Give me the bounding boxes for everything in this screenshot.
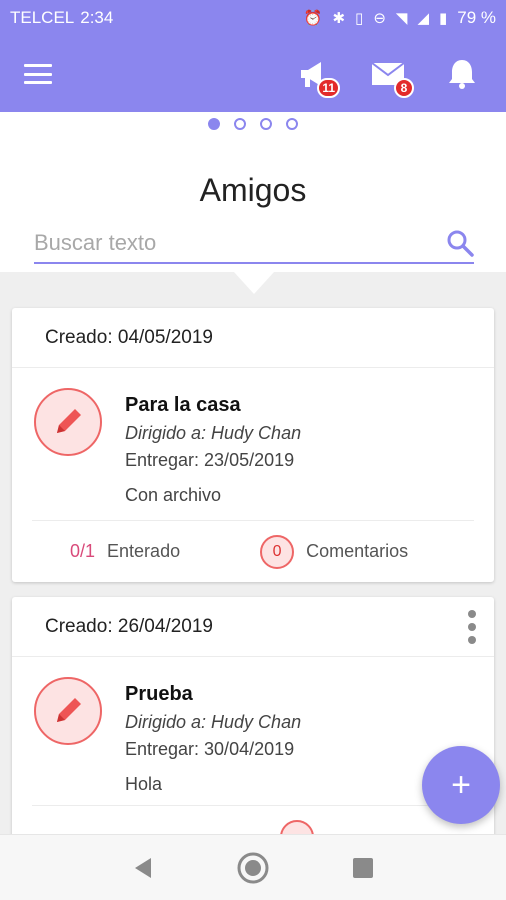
page-dot[interactable] (234, 118, 246, 130)
battery-icon: ▮ (438, 10, 448, 27)
bell-icon (449, 60, 475, 89)
pencil-icon (34, 388, 102, 456)
dnd-icon: ⊖ (373, 10, 386, 27)
announcements-button[interactable]: 11 (294, 54, 340, 98)
comments-count: 0 (260, 534, 295, 569)
card-recipient: Dirigido a: Hudy Chan (125, 423, 302, 443)
search-bar (34, 224, 474, 264)
wifi-icon: ◥ (395, 10, 408, 27)
read-count: 0/1 (70, 541, 96, 561)
back-icon[interactable] (131, 856, 155, 880)
card-footer (32, 805, 474, 834)
notifications-button[interactable] (442, 54, 482, 94)
read-label[interactable]: Enterado (107, 541, 180, 562)
card-created: Creado: 26/04/2019 (45, 615, 213, 637)
bluetooth-icon: ✱ (332, 10, 346, 27)
card-due-date: Entregar: 30/04/2019 (125, 739, 295, 759)
status-bar: TELCEL 2:34 ⏰ ✱ ▯ ⊖ ◥ ◢ ▮ 79 % (0, 0, 506, 36)
hamburger-icon[interactable] (24, 64, 52, 84)
messages-button[interactable]: 8 (368, 54, 414, 98)
task-card[interactable]: Creado: 04/05/2019 Para la casa Dirigido… (12, 308, 494, 582)
card-note: Hola (125, 774, 163, 794)
page-dot[interactable] (260, 118, 272, 130)
page-title: Amigos (199, 172, 307, 208)
signal-icon: ◢ (417, 10, 429, 27)
card-footer: 0/1 Enterado 0 Comentarios (32, 520, 474, 582)
pencil-icon (34, 677, 102, 745)
carrier-name: TELCEL (10, 8, 75, 27)
page-indicator (0, 118, 506, 130)
battery-level: 79 % (457, 8, 496, 27)
vibrate-icon: ▯ (355, 10, 364, 27)
alarm-icon: ⏰ (303, 10, 323, 27)
page-dot[interactable] (286, 118, 298, 130)
page-dot[interactable] (208, 118, 220, 130)
task-card[interactable]: Creado: 26/04/2019 Prueba Dirigido a: Hu… (12, 597, 494, 834)
feed-notch (234, 272, 274, 294)
card-recipient: Dirigido a: Hudy Chan (125, 712, 302, 732)
app-bar: 11 8 (0, 36, 506, 112)
card-title: Prueba (125, 683, 193, 705)
card-note: Con archivo (125, 485, 222, 505)
card-title: Para la casa (125, 394, 241, 416)
recents-icon[interactable] (351, 856, 375, 880)
feed[interactable]: Creado: 04/05/2019 Para la casa Dirigido… (0, 272, 506, 834)
home-icon[interactable] (236, 851, 270, 885)
messages-badge: 8 (394, 78, 414, 98)
search-icon[interactable] (446, 229, 474, 257)
comments-count-partial (280, 819, 314, 834)
comments-label[interactable]: Comentarios (306, 541, 408, 562)
card-due-date: Entregar: 23/05/2019 (125, 450, 295, 470)
search-input[interactable] (34, 230, 446, 256)
announcements-badge: 11 (317, 78, 340, 98)
system-nav-bar (0, 834, 506, 900)
card-header: Creado: 26/04/2019 (12, 597, 494, 657)
card-created: Creado: 04/05/2019 (12, 308, 494, 368)
more-options-icon[interactable] (466, 607, 478, 647)
clock: 2:34 (80, 8, 114, 27)
add-button[interactable]: + (422, 746, 500, 824)
